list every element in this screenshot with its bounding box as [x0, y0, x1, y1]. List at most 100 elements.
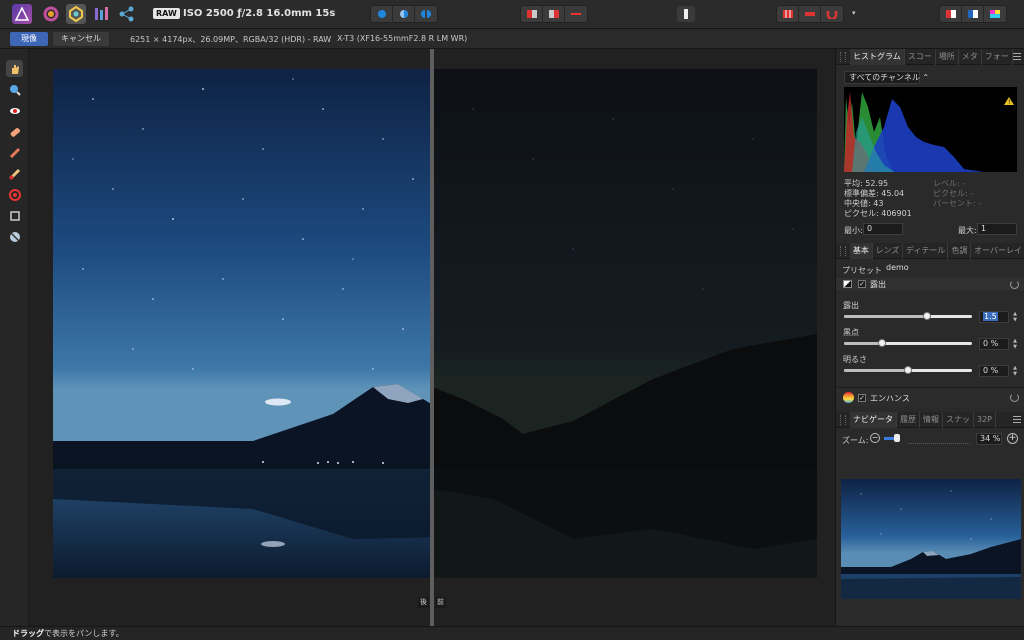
brightness-value[interactable]: 0 % — [979, 365, 1009, 377]
panel-grip-icon[interactable] — [840, 245, 846, 256]
split-view-divider[interactable] — [430, 49, 434, 626]
tab-tones[interactable]: 色調 — [948, 242, 972, 259]
status-bold: ドラッグ — [12, 629, 44, 638]
zoom-out-icon[interactable]: − — [870, 433, 880, 443]
panel-menu-icon[interactable] — [1013, 416, 1021, 423]
tone-mapping-persona-icon[interactable] — [92, 4, 112, 24]
exposure-value-text: 1.5 — [983, 312, 998, 321]
panel-grip-icon[interactable] — [840, 51, 846, 62]
tab-history[interactable]: 履歴 — [897, 411, 920, 428]
liquify-persona-icon[interactable] — [41, 4, 61, 24]
tab-location[interactable]: 場所 — [936, 48, 959, 65]
enhance-section-header[interactable]: ✓ エンハンス — [836, 387, 1024, 407]
tab-info[interactable]: 情報 — [920, 411, 943, 428]
tab-navigator[interactable]: ナビゲータ — [850, 411, 897, 428]
red-eye-icon[interactable] — [6, 102, 23, 119]
tools-panel — [0, 49, 29, 626]
tone-clipping-button[interactable] — [565, 6, 587, 22]
status-text: で表示をパンします。 — [44, 629, 124, 638]
shadow-clipping-button[interactable] — [521, 6, 543, 22]
view-mode-group — [370, 5, 438, 23]
zoom-slider-knob[interactable] — [894, 434, 901, 442]
panel-grip-icon[interactable] — [840, 414, 846, 425]
develop-button[interactable]: 現像 — [10, 32, 48, 46]
show-grid-button[interactable] — [777, 6, 799, 22]
mirror-view-button[interactable] — [415, 6, 437, 22]
develop-persona-icon[interactable] — [66, 4, 86, 24]
crop-icon[interactable] — [6, 207, 23, 224]
highlight-clipping-button[interactable] — [543, 6, 565, 22]
show-guides-button[interactable] — [799, 6, 821, 22]
overlay-brush-icon[interactable] — [6, 165, 23, 182]
exposure-enable-checkbox[interactable]: ✓ — [858, 280, 866, 288]
exposure-section-label: 露出 — [870, 280, 886, 289]
split-view-button[interactable] — [393, 6, 415, 22]
right-panel: ヒストグラム スコー 場所 メタ フォー すべてのチャンネル ⌃ ! 平均: 5… — [835, 48, 1024, 626]
channel-select[interactable]: すべてのチャンネル ⌃ — [844, 71, 929, 84]
brightness-label: 明るさ — [843, 355, 867, 364]
blackpoint-stepper[interactable]: ▲ ▼ — [1012, 338, 1018, 350]
export-persona-icon[interactable] — [117, 4, 137, 24]
tab-snapshots[interactable]: スナッ — [943, 411, 974, 428]
canvas-area[interactable]: 後 前 — [29, 49, 835, 626]
zoom-value[interactable]: 34 % — [976, 433, 1002, 445]
enhance-section-label: エンハンス — [870, 394, 910, 403]
tab-overlays[interactable]: オーバーレイ — [971, 243, 1024, 259]
affinity-photo-persona-icon[interactable] — [12, 4, 32, 24]
min-field[interactable]: 0 — [863, 223, 903, 235]
tab-histogram[interactable]: ヒストグラム — [850, 48, 905, 65]
blackpoint-value[interactable]: 0 % — [979, 338, 1009, 350]
panel-menu-icon[interactable] — [1013, 53, 1021, 60]
lab-mode-button[interactable] — [962, 6, 984, 22]
tab-lens[interactable]: レンズ — [873, 242, 903, 259]
single-view-button[interactable] — [371, 6, 393, 22]
tab-detail[interactable]: ディテール — [903, 242, 949, 259]
basic-tabrow: 基本 レンズ ディテール 色調 オーバーレイ — [836, 242, 1024, 259]
svg-text:!: ! — [1008, 99, 1010, 106]
navigator-preview[interactable] — [841, 479, 1021, 599]
blackpoint-slider-knob[interactable] — [878, 339, 887, 347]
exposure-slider-knob[interactable] — [923, 312, 932, 320]
tab-metadata[interactable]: メタ — [959, 48, 982, 65]
cancel-button[interactable]: キャンセル — [53, 32, 109, 46]
exposure-reset-icon[interactable] — [1010, 280, 1019, 289]
tab-32p[interactable]: 32P — [974, 411, 997, 428]
blemish-icon[interactable] — [6, 123, 23, 140]
exposure-section-header[interactable]: ✓ 露出 — [836, 278, 1024, 290]
enhance-section-icon — [843, 392, 854, 403]
exposure-slider[interactable] — [844, 312, 972, 320]
brightness-stepper[interactable]: ▲ ▼ — [1012, 365, 1018, 377]
view-hand-icon[interactable] — [6, 60, 23, 77]
after-label[interactable]: 前 — [435, 597, 446, 608]
rgb-mode-button[interactable] — [940, 6, 962, 22]
clipping-group — [520, 5, 588, 23]
max-field[interactable]: 1 — [977, 223, 1017, 235]
overlay-dropdown-arrow-icon[interactable]: ▾ — [852, 9, 856, 17]
enhance-reset-icon[interactable] — [1010, 393, 1019, 402]
exposure-value[interactable]: 1.5 — [979, 311, 1009, 323]
brightness-slider[interactable] — [844, 366, 972, 374]
tab-focus[interactable]: フォー — [982, 48, 1013, 65]
tab-scopes[interactable]: スコー — [905, 48, 936, 65]
color-mode-group — [939, 5, 1007, 23]
flashlight-icon[interactable] — [677, 6, 695, 22]
before-label[interactable]: 後 — [418, 597, 429, 608]
context-toolbar: 現像 キャンセル 6251 × 4174px、26.09MP、RGBA/32 (… — [0, 29, 1024, 49]
photo-canvas[interactable] — [53, 69, 817, 578]
blackpoint-slider[interactable] — [844, 339, 972, 347]
cmyk-mode-button[interactable] — [984, 6, 1006, 22]
brightness-slider-knob[interactable] — [904, 366, 912, 374]
enhance-enable-checkbox[interactable]: ✓ — [858, 394, 866, 402]
snapping-magnet-icon[interactable] — [821, 6, 843, 22]
preset-label: プリセット: — [842, 266, 885, 275]
retouch-brush-icon[interactable] — [6, 144, 23, 161]
exposure-stepper[interactable]: ▲ ▼ — [1012, 311, 1018, 323]
zoom-icon[interactable] — [6, 81, 23, 98]
white-balance-picker-icon[interactable] — [6, 186, 23, 203]
stat-percent: パーセント: - — [933, 199, 982, 208]
tab-basic[interactable]: 基本 — [849, 242, 873, 259]
chromatic-aberration-icon[interactable] — [6, 228, 23, 245]
zoom-in-icon[interactable]: + — [1007, 433, 1018, 444]
preset-select[interactable]: demo — [882, 262, 1022, 275]
zoom-slider[interactable] — [884, 434, 972, 444]
